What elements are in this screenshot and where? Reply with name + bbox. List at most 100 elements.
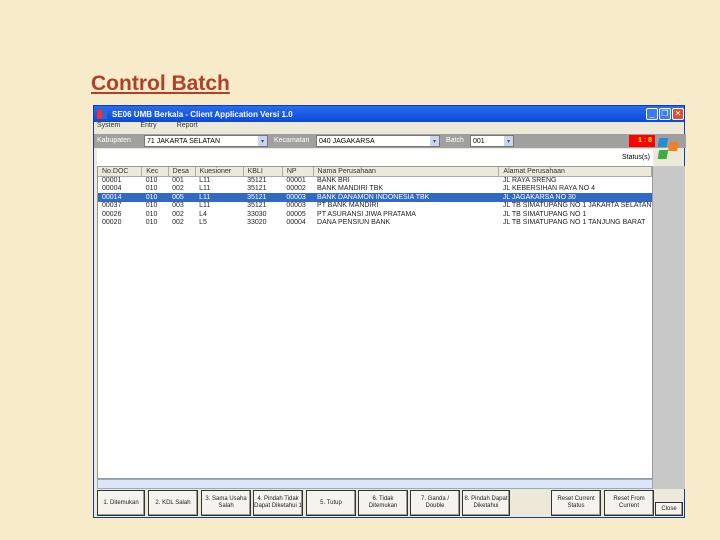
table-row[interactable]: 00026 010 002 L4 33030 00005 PT ASURANSI JIWA … [98,210,652,219]
table-row[interactable]: 00037 010 003 L11 35121 00003 PT BANK MANDIRI J… [98,202,652,211]
batch-label: Batch [446,137,464,144]
table-cell: 010 [145,185,158,193]
table-cell: 010 [145,202,158,210]
table-cell: 002 [172,210,184,218]
table-cell: 00001 [102,177,122,184]
tidak-ditemukan-button[interactable]: 6. Tidak Ditemukan [358,490,408,516]
table-cell: JL TB SIMATUPANG NO 1 TANJUNG BARAT [502,219,646,227]
sama-usaha-salah-button[interactable]: 3. Sama Usaha Salah [201,490,251,516]
col-header[interactable]: Desa [168,167,196,177]
pindah-dapat-button[interactable]: 8. Pindah Dapat Diketahui [462,490,510,516]
table-cell: 003 [172,202,184,210]
col-header[interactable]: NP [282,167,314,177]
reset-from-current-button[interactable]: Reset From Current [604,490,654,516]
ganda-button[interactable]: 7. Ganda / Double [410,490,460,516]
status-row: Status(s) [97,149,653,166]
chevron-down-icon: ▾ [430,136,439,146]
col-header[interactable]: Kec [141,167,169,177]
close-button[interactable]: Close [655,502,683,516]
menu-report[interactable]: Report [177,122,198,132]
table-cell: L11 [199,185,211,193]
table-cell: 00026 [102,210,122,218]
batch-table: No.DOC Kec Desa Kuesioner KBLI NP Nama P… [97,166,653,479]
table-cell: 33030 [247,210,267,218]
menu-bar: System Entry Report [94,122,684,132]
table-cell: 00020 [102,219,122,227]
table-cell: L11 [195,193,244,202]
filter-bar: Kabupaten 71 JAKARTA SELATAN ▾ Kecamatan … [94,134,686,148]
kabupaten-select[interactable]: 71 JAKARTA SELATAN ▾ [144,135,268,147]
table-cell: BANK MANDIRI TBK [317,185,384,193]
app-icon [97,109,107,119]
menu-entry[interactable]: Entry [140,122,156,132]
kabupaten-value: 71 JAKARTA SELATAN [147,138,221,145]
batch-value: 001 [473,138,485,145]
table-cell: BANK DANAMON INDONESIA TBK [313,193,499,202]
table-cell: 010 [145,177,158,184]
table-cell: 33020 [247,219,267,227]
col-header[interactable]: Kuesioner [195,167,244,177]
col-header[interactable]: Alamat Perusahaan [498,167,652,177]
table-cell: 005 [168,193,196,202]
table-cell: BANK BRI [317,177,350,184]
table-cell: JL TB SIMATUPANG NO 1 JAKARTA SELATAN [502,202,652,210]
batch-select[interactable]: 001 ▾ [470,135,514,147]
app-window: SE06 UMB Berkala - Client Application Ve… [93,105,686,518]
col-header[interactable]: Nama Perusahaan [313,167,500,177]
reset-current-status-button[interactable]: Reset Current Status [551,490,601,516]
table-row[interactable]: 00020 010 002 L5 33020 00004 DANA PENSIUN BANK… [98,219,652,228]
minimize-button[interactable]: _ [646,108,658,120]
slide-title: Control Batch [91,72,230,95]
table-cell: PT BANK MANDIRI [317,202,379,210]
table-cell: L11 [199,177,211,184]
kabupaten-label: Kabupaten [97,137,131,144]
table-cell: L11 [199,202,211,210]
table-cell: 00003 [282,193,314,202]
side-panel [653,166,685,489]
table-row[interactable]: 00014 010 005 L11 35121 00003 BANK DANAMON IND… [98,193,652,202]
table-cell: L5 [199,219,207,227]
restore-button[interactable]: ❐ [659,108,671,120]
total-badge: 1 : 8 [629,135,655,147]
col-header[interactable]: KBLI [243,167,283,177]
kdl-salah-button[interactable]: 2. KDL Salah [148,490,198,516]
table-cell: JL RAYA SRENG [502,177,557,184]
table-cell: 010 [145,219,158,227]
table-cell: 010 [145,210,158,218]
table-cell: 001 [172,177,184,184]
table-row[interactable]: 00004 010 002 L11 35121 00002 BANK MANDIRI TBK… [98,185,652,194]
table-cell: 002 [172,219,184,227]
close-window-button[interactable]: ✕ [672,108,684,120]
table-cell: 010 [141,193,169,202]
table-cell: 00004 [102,185,122,193]
table-row[interactable]: 00001 010 001 L11 35121 00001 BANK BRI JL RAYA … [98,176,652,185]
kecamatan-value: 040 JAGAKARSA [319,138,375,145]
horizontal-scrollbar[interactable] [97,479,653,489]
table-cell: 35121 [247,202,267,210]
table-cell: JL JAGAKARSA NO 30 [498,193,652,202]
col-header[interactable]: No.DOC [98,167,143,177]
tutup-button[interactable]: 5. Tutup [306,490,356,516]
ditemukan-button[interactable]: 1. Ditemukan [97,490,145,516]
table-cell: 00005 [286,210,306,218]
table-cell: DANA PENSIUN BANK [317,219,391,227]
chevron-down-icon: ▾ [504,136,513,146]
table-cell: 00037 [102,202,122,210]
table-cell: 35121 [247,185,267,193]
table-cell: 00014 [98,193,142,202]
title-bar: SE06 UMB Berkala - Client Application Ve… [94,106,684,122]
window-title: SE06 UMB Berkala - Client Application Ve… [112,109,293,119]
chevron-down-icon: ▾ [258,136,267,146]
table-cell: 00002 [286,185,306,193]
table-cell: 002 [172,185,184,193]
kecamatan-select[interactable]: 040 JAGAKARSA ▾ [316,135,440,147]
status-label: Status(s) [621,154,650,161]
pindah-tidak-dapat-button[interactable]: 4. Pindah Tidak Dapat Diketahui 1 [253,490,303,516]
kecamatan-label: Kecamatan [274,137,310,144]
bps-logo-icon [657,138,679,159]
table-cell: L4 [199,210,207,218]
table-cell: JL TB SIMATUPANG NO 1 [502,210,587,218]
table-cell: 00001 [286,177,306,184]
table-cell: 00003 [286,202,306,210]
menu-system[interactable]: System [97,122,120,132]
